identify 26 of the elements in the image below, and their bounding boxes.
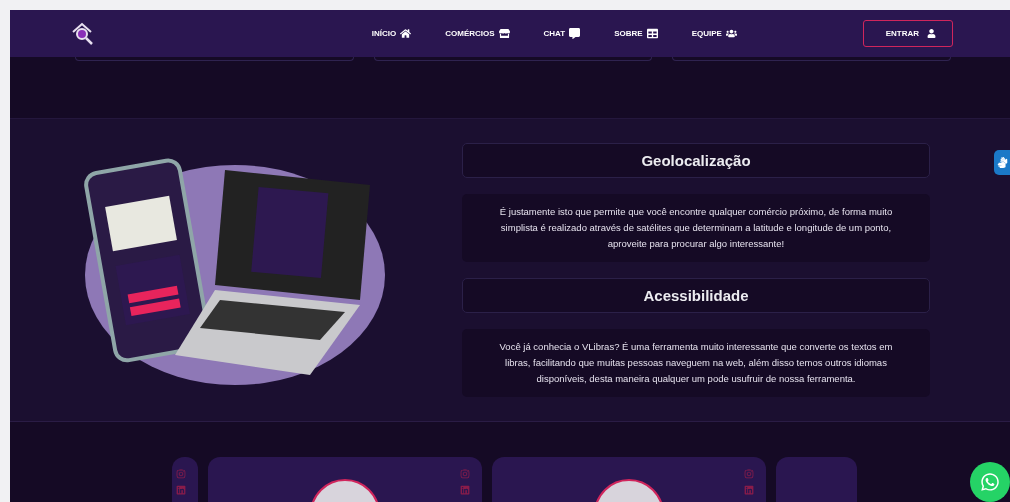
- linkedin-icon[interactable]: [460, 485, 470, 495]
- feature-title: Acessibilidade: [462, 278, 930, 313]
- linkedin-icon[interactable]: [176, 485, 186, 495]
- nav-link[interactable]: SOBRE: [614, 28, 658, 39]
- feature-text: Você já conhecia o VLibras? É uma ferramenta muito interessante que converte os textos em libras, facilitando que muitas pessoas naveguem na web, além disso temos outros idiomas disponíveis, desta maneira qualquer um pode usufruir de nossa ferramenta.: [462, 329, 930, 397]
- home-icon: [400, 28, 412, 39]
- store-icon: [498, 28, 510, 39]
- whatsapp-button[interactable]: [970, 462, 1010, 502]
- instagram-icon[interactable]: [744, 469, 754, 479]
- whatsapp-icon: [980, 472, 1000, 492]
- feature-text: É justamente isto que permite que você encontre qualquer comércio próximo, de forma muito simplista é realizado através de satélites que determinam a latitude e longitude de um ponto, aproveite para procurar algo interessante!: [462, 194, 930, 262]
- sign-language-button[interactable]: [994, 150, 1010, 175]
- user-icon: [927, 29, 936, 38]
- instagram-icon[interactable]: [176, 469, 186, 479]
- nav-link[interactable]: COMÉRCIOS: [445, 28, 510, 39]
- nav-link[interactable]: EQUIPE: [691, 28, 737, 39]
- login-button[interactable]: ENTRAR: [862, 20, 953, 47]
- table-icon: [646, 28, 658, 39]
- instagram-icon[interactable]: [460, 469, 470, 479]
- nav-link[interactable]: CHAT: [543, 28, 581, 39]
- linkedin-icon[interactable]: [744, 485, 754, 495]
- chat-icon: [569, 28, 581, 39]
- hand-icon: [996, 157, 1008, 168]
- users-icon: [725, 28, 737, 39]
- feature-title: Geolocalização: [462, 143, 930, 178]
- nav-link[interactable]: INÍCIO: [371, 28, 412, 39]
